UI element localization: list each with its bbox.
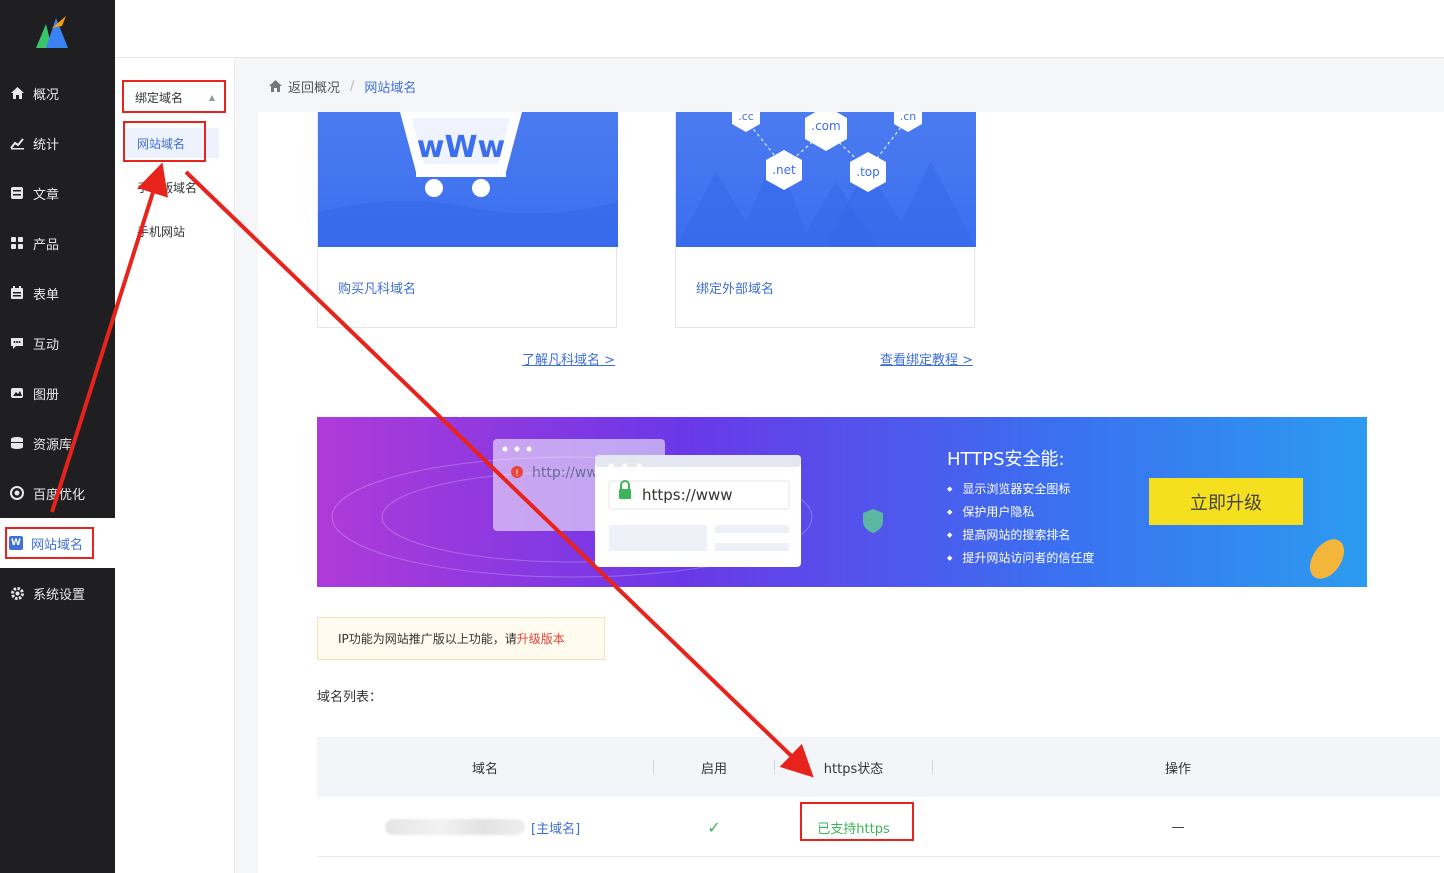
- bind-domain-illustration: .cc .com .cn .net .top: [676, 112, 976, 247]
- https-promo-banner: ! http://www https://www HTTPS安全能: 显示浏览器…: [317, 417, 1367, 587]
- notice-text: IP功能为网站推广版以上功能，请: [338, 632, 517, 646]
- nav-item-gallery[interactable]: 图册: [0, 368, 115, 418]
- https-browser-illustration: ! http://www https://www: [331, 439, 883, 578]
- domain-list-label: 域名列表：: [317, 690, 383, 705]
- top-header: [115, 0, 1444, 58]
- domain-icon: W: [9, 536, 23, 550]
- seo-icon: [9, 485, 25, 501]
- enabled-check-icon: ✓: [707, 817, 721, 837]
- breadcrumb-separator: /: [350, 78, 355, 94]
- home-icon: [9, 85, 25, 101]
- nav-label: 文章: [33, 187, 60, 203]
- https-feature-item: 提升网站访问者的信任度: [947, 546, 1094, 569]
- www-art-text: wWw: [417, 130, 506, 165]
- https-url-text: https://www: [642, 486, 733, 504]
- svg-text:.net: .net: [772, 163, 796, 177]
- nav-item-forms[interactable]: 表单: [0, 268, 115, 318]
- submenu-title: 绑定域名: [135, 90, 184, 105]
- https-feature-item: 保护用户隐私: [947, 500, 1094, 523]
- nav-label: 表单: [33, 287, 60, 303]
- tld-badge-top: .top: [850, 152, 886, 192]
- nav-item-articles[interactable]: 文章: [0, 168, 115, 218]
- upgrade-version-link[interactable]: 升级版本: [517, 630, 565, 647]
- buy-domain-card[interactable]: wWw 购买凡科域名: [317, 112, 618, 328]
- chevron-up-icon: ▲: [208, 92, 215, 102]
- ip-feature-notice: IP功能为网站推广版以上功能，请 升级版本: [317, 617, 605, 660]
- breadcrumb-back-link[interactable]: 返回概况: [288, 77, 340, 96]
- domain-cell: [主域名]: [377, 797, 657, 857]
- learn-fanke-domain-link[interactable]: 了解凡科域名 >: [522, 349, 615, 368]
- nav-label: 百度优化: [33, 487, 86, 503]
- product-icon: [9, 235, 25, 251]
- nav-label: 网站域名: [31, 537, 84, 553]
- nav-item-baidu-seo[interactable]: 百度优化: [0, 468, 115, 518]
- view-bind-tutorial-link[interactable]: 查看绑定教程 >: [880, 349, 973, 368]
- table-row: [主域名] ✓ 已支持https —: [317, 797, 1440, 857]
- nav-item-settings[interactable]: 系统设置: [0, 568, 115, 618]
- tld-badge-cc: .cc: [732, 112, 760, 132]
- main-domain-tag: [主域名]: [531, 821, 581, 837]
- col-actions: 操作: [1164, 761, 1191, 777]
- gear-icon: [9, 585, 25, 601]
- tld-badge-com: .com: [805, 112, 847, 151]
- breadcrumb: 返回概况 / 网站域名: [268, 76, 416, 96]
- blurred-domain-name: [385, 819, 525, 835]
- breadcrumb-current: 网站域名: [364, 80, 417, 96]
- col-https-status: https状态: [823, 761, 884, 777]
- https-banner-title: HTTPS安全能:: [947, 449, 1065, 470]
- gallery-icon: [9, 385, 25, 401]
- stats-icon: [9, 135, 25, 151]
- nav-label: 产品: [33, 237, 60, 253]
- https-feature-item: 提高网站的搜索排名: [947, 523, 1094, 546]
- nav-item-resources[interactable]: 资源库: [0, 418, 115, 468]
- upgrade-now-button[interactable]: 立即升级: [1149, 478, 1303, 525]
- domain-table-header: 域名 启用 https状态 操作: [317, 737, 1440, 797]
- app-logo[interactable]: [32, 14, 72, 52]
- svg-text:.cc: .cc: [738, 112, 754, 123]
- bind-external-label: 绑定外部域名: [696, 282, 775, 297]
- buy-domain-illustration: wWw: [318, 112, 618, 247]
- form-icon: [9, 285, 25, 301]
- https-feature-item: 显示浏览器安全图标: [947, 477, 1094, 500]
- home-icon: [269, 80, 282, 92]
- nav-label: 图册: [33, 387, 60, 403]
- action-cell: —: [1171, 819, 1185, 835]
- coin-decoration: [1309, 539, 1345, 579]
- svg-text:.com: .com: [811, 119, 840, 133]
- https-status-text: 已支持https: [817, 821, 890, 837]
- domain-submenu: 绑定域名 ▲ 网站域名 手机版域名 手机网站: [115, 58, 235, 873]
- col-domain: 域名: [471, 761, 498, 777]
- article-icon: [9, 185, 25, 201]
- nav-label: 概况: [33, 87, 60, 103]
- nav-label: 统计: [33, 137, 60, 153]
- tld-badge-cn: .cn: [894, 112, 922, 132]
- bind-external-domain-card[interactable]: .cc .com .cn .net .top 绑定外部域名: [675, 112, 976, 328]
- col-enabled: 启用: [700, 761, 727, 777]
- database-icon: [9, 435, 25, 451]
- https-feature-list: 显示浏览器安全图标 保护用户隐私 提高网站的搜索排名 提升网站访问者的信任度: [947, 477, 1094, 569]
- svg-text:!: !: [515, 469, 519, 479]
- nav-item-interaction[interactable]: 互动: [0, 318, 115, 368]
- nav-item-stats[interactable]: 统计: [0, 118, 115, 168]
- buy-domain-label: 购买凡科域名: [338, 282, 417, 297]
- nav-label: 系统设置: [33, 587, 86, 603]
- svg-text:.top: .top: [856, 165, 879, 179]
- nav-item-products[interactable]: 产品: [0, 218, 115, 268]
- submenu-item-mobile-domain[interactable]: 手机版域名: [127, 172, 219, 202]
- svg-text:.cn: .cn: [900, 112, 917, 123]
- chat-icon: [9, 335, 25, 351]
- submenu-group-bind-domain[interactable]: 绑定域名 ▲: [125, 82, 225, 112]
- nav-label: 资源库: [33, 437, 73, 453]
- nav-label: 互动: [33, 337, 60, 353]
- nav-item-site-domain[interactable]: W 网站域名: [0, 518, 115, 568]
- nav-item-overview[interactable]: 概况: [0, 68, 115, 118]
- submenu-item-site-domain[interactable]: 网站域名: [127, 128, 219, 158]
- submenu-item-mobile-site[interactable]: 手机网站: [127, 216, 219, 246]
